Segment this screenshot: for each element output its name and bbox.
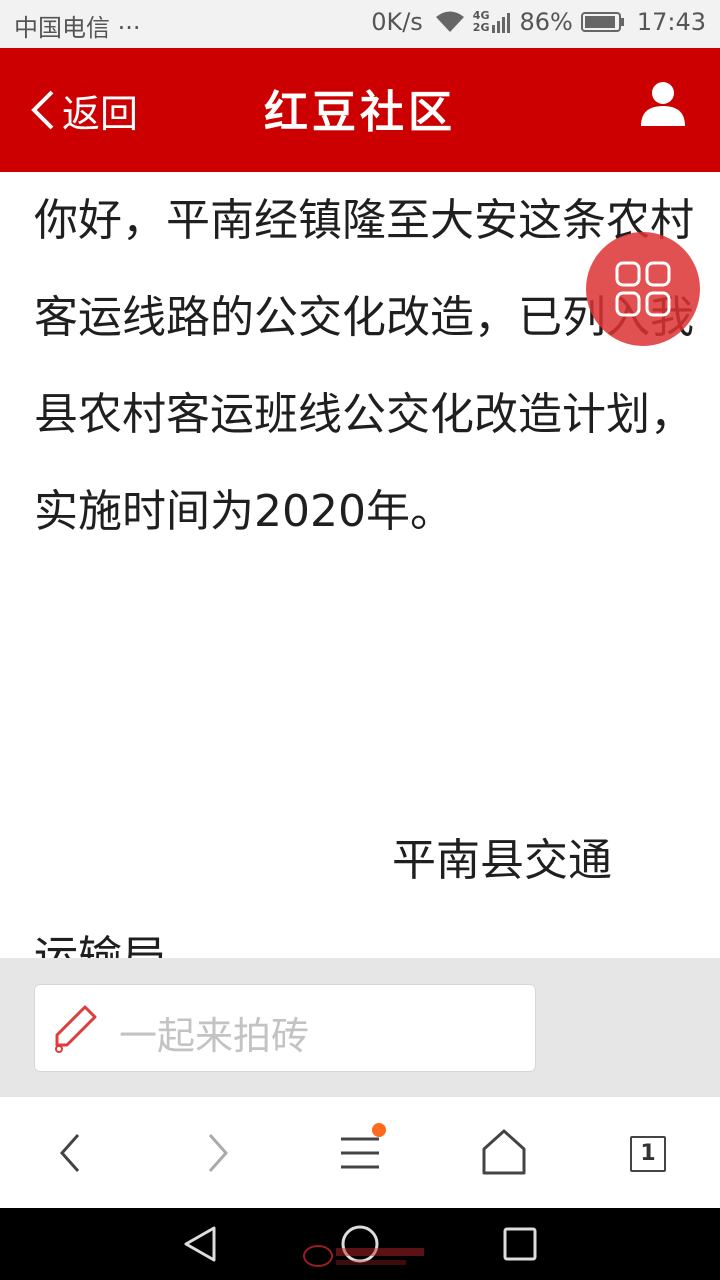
signature-line-1: 平南县交通 — [392, 835, 612, 886]
system-recent-button[interactable] — [498, 1222, 542, 1266]
comment-input[interactable]: 一起来拍砖 — [34, 984, 536, 1072]
recent-square-icon — [503, 1227, 537, 1261]
signal-icon — [492, 13, 511, 33]
network-speed: 0K/s — [371, 8, 423, 36]
notification-badge — [372, 1123, 386, 1137]
pencil-icon — [55, 1005, 97, 1053]
clock: 17:43 — [636, 8, 706, 36]
carrier-label: 中国电信 ··· — [14, 14, 141, 42]
article-paragraph: 你好，平南经镇隆至大安这条农村客运线路的公交化改造，已列入我县农村客运班线公交化… — [34, 195, 694, 537]
home-nav-button[interactable] — [474, 1123, 534, 1183]
comment-bar: 一起来拍砖 — [0, 958, 720, 1096]
wifi-icon — [435, 11, 464, 32]
app-header: 返回 红豆社区 — [0, 48, 720, 172]
system-nav-bar — [0, 1208, 720, 1280]
user-icon[interactable] — [638, 78, 688, 128]
battery-icon — [580, 12, 624, 32]
tabs-nav-button[interactable]: 1 — [618, 1123, 678, 1183]
system-back-button[interactable] — [178, 1222, 222, 1266]
page-title: 红豆社区 — [264, 87, 456, 138]
comment-placeholder: 一起来拍砖 — [119, 1014, 310, 1058]
watermark-logo — [303, 1245, 424, 1267]
signature-line-2: 运输局 — [34, 932, 166, 958]
forward-icon — [208, 1134, 229, 1172]
back-icon — [59, 1134, 80, 1172]
browser-bottom-nav: 1 — [0, 1096, 720, 1208]
network-type-bottom: 2G — [472, 21, 490, 34]
status-bar: 中国电信 ··· 0K/s 4G 2G 86% 17:43 — [0, 0, 720, 48]
home-icon — [482, 1129, 526, 1175]
status-indicators: 0K/s 4G 2G 86% 17:43 — [371, 8, 706, 36]
tabs-icon: 1 — [630, 1136, 666, 1172]
back-nav-button[interactable] — [42, 1123, 102, 1183]
grid-icon — [615, 261, 671, 317]
menu-nav-button[interactable] — [330, 1123, 390, 1183]
forward-nav-button[interactable] — [186, 1123, 246, 1183]
battery-percent: 86% — [519, 8, 573, 36]
back-triangle-icon — [184, 1226, 216, 1262]
floating-menu-button[interactable] — [586, 232, 700, 346]
network-type: 4G 2G — [473, 10, 490, 34]
